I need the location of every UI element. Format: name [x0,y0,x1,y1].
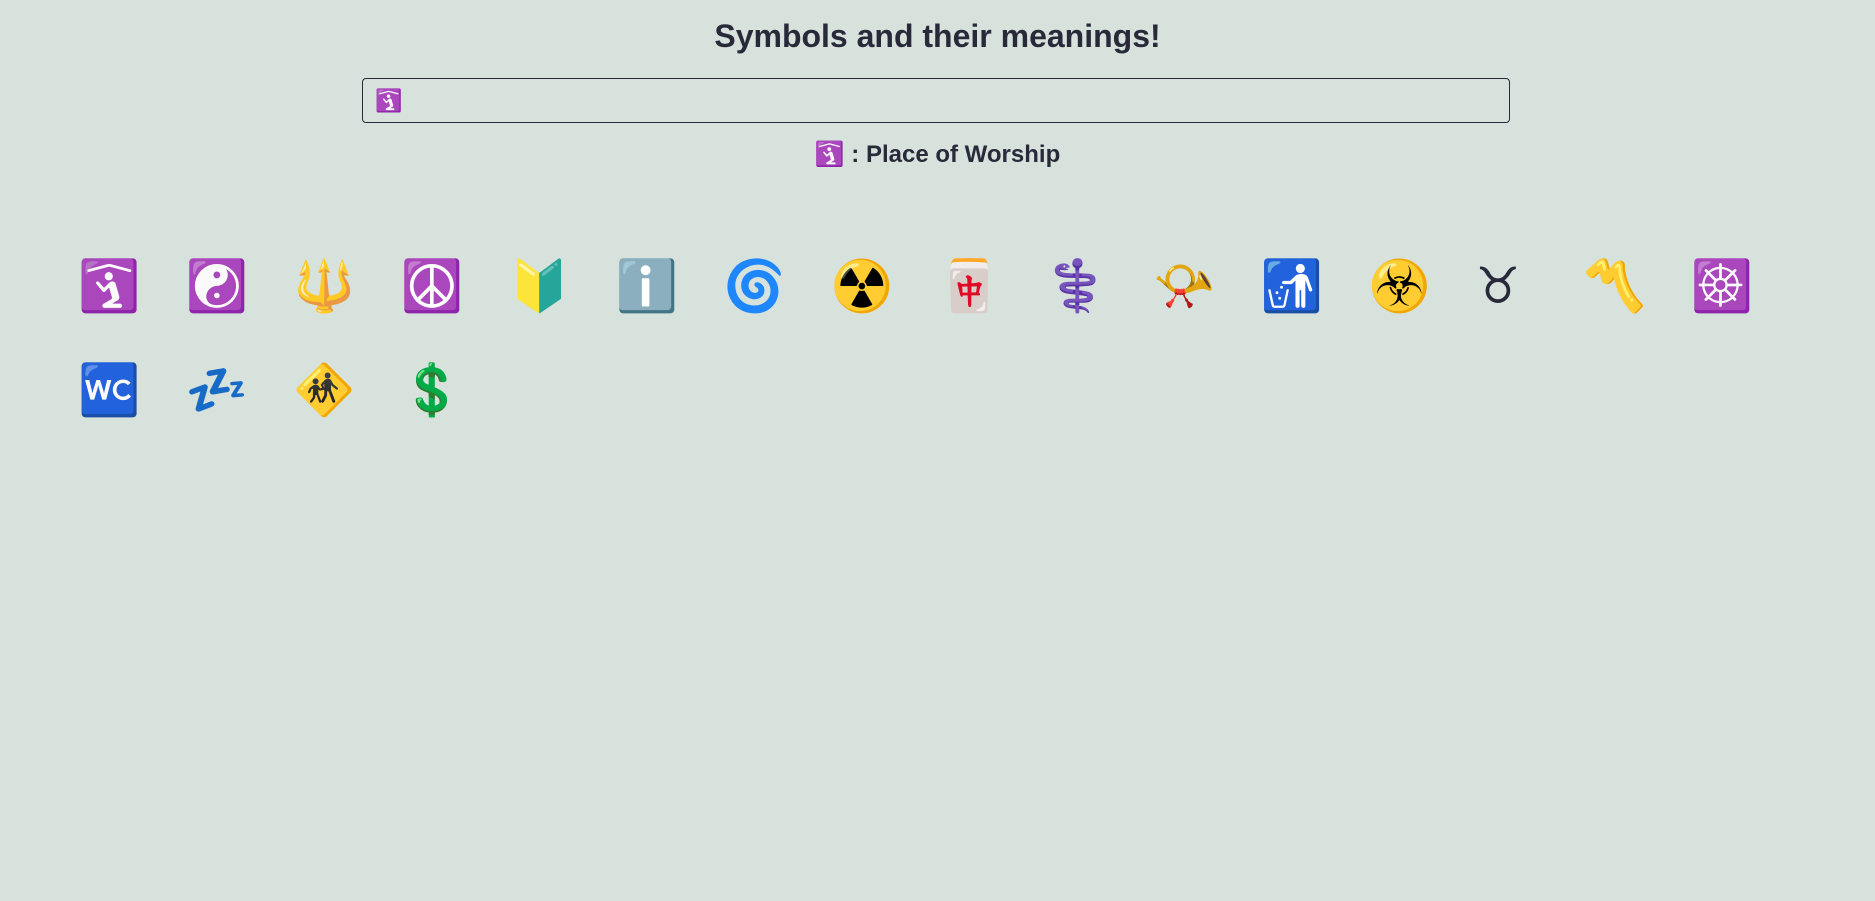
symbol-medical[interactable]: ⚕️ [1038,258,1146,314]
symbol-heavy-dollar-sign[interactable]: 💲 [393,362,501,418]
symbol-peace[interactable]: ☮️ [393,258,501,314]
symbol-water-closet[interactable]: 🚾 [70,362,178,418]
page-title: Symbols and their meanings! [714,18,1161,54]
symbol-grid: 🛐 ☯️ 🔱 ☮️ 🔰 ℹ️ 🌀 ☢️ 🀄 ⚕️ 📯 🚮 ☣️ ♉ 〽️ ☸️ … [70,258,1810,418]
symbol-litter-in-bin[interactable]: 🚮 [1253,258,1361,314]
symbol-meaning-result: 🛐 : Place of Worship [814,141,1061,168]
symbol-search-input[interactable]: 🛐 [362,78,1510,123]
symbol-zzz[interactable]: 💤 [178,362,286,418]
symbol-children-crossing[interactable]: 🚸 [285,362,393,418]
symbol-information[interactable]: ℹ️ [608,258,716,314]
symbol-yin-yang[interactable]: ☯️ [178,258,286,314]
symbol-part-alternation-mark[interactable]: 〽️ [1575,258,1683,314]
symbol-beginner[interactable]: 🔰 [500,258,608,314]
symbol-radioactive[interactable]: ☢️ [823,258,931,314]
symbol-taurus[interactable]: ♉ [1468,258,1576,314]
search-input-value: 🛐 [375,87,403,113]
symbol-cyclone[interactable]: 🌀 [715,258,823,314]
symbol-postal-horn[interactable]: 📯 [1145,258,1253,314]
page: Symbols and their meanings! 🛐 🛐 : Place … [0,0,1875,901]
symbol-biohazard[interactable]: ☣️ [1360,258,1468,314]
symbol-mahjong-red-dragon[interactable]: 🀄 [930,258,1038,314]
symbol-place-of-worship[interactable]: 🛐 [70,258,178,314]
symbol-trident[interactable]: 🔱 [285,258,393,314]
symbol-wheel-of-dharma[interactable]: ☸️ [1683,258,1791,314]
